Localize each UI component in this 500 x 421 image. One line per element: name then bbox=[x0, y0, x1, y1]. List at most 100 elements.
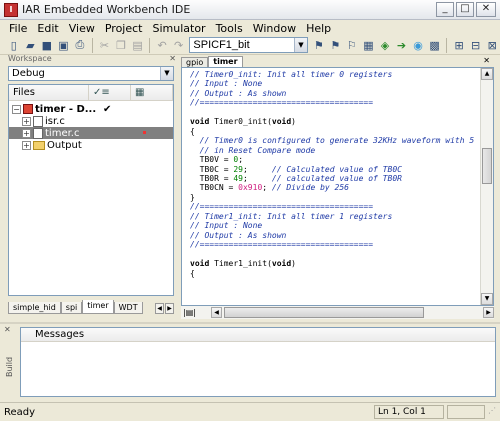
copy-icon[interactable]: ❐ bbox=[113, 37, 129, 53]
tab-timer-editor[interactable]: timer bbox=[208, 56, 243, 67]
resize-grip-icon[interactable]: ⋰ bbox=[488, 406, 500, 418]
status-pane-empty bbox=[447, 405, 485, 419]
close-icon[interactable]: ✕ bbox=[483, 56, 490, 65]
vertical-scrollbar[interactable]: ▲ ▼ bbox=[480, 68, 493, 305]
code-line: // Input : None bbox=[190, 221, 263, 231]
compile-icon[interactable]: ◈ bbox=[377, 37, 393, 53]
tab-scroll-arrows: ◀ ▶ bbox=[155, 303, 174, 314]
code-line: TB0CN = 0x910; // Divide by 256 bbox=[190, 183, 349, 193]
cut-icon[interactable]: ✂ bbox=[97, 37, 113, 53]
find-combo[interactable]: SPICF1_bit ▼ bbox=[189, 37, 308, 53]
find-prev-icon[interactable]: ⚑ bbox=[328, 37, 344, 53]
chevron-down-icon[interactable]: ▼ bbox=[294, 38, 307, 52]
code-line: TB0C = 29; // Calculated value of TB0C bbox=[190, 164, 402, 174]
expand-icon[interactable]: + bbox=[22, 140, 31, 150]
panel-splitter[interactable] bbox=[0, 322, 500, 324]
build-status-column-icon[interactable]: ▦ bbox=[131, 85, 173, 100]
menu-file[interactable]: File bbox=[4, 22, 32, 35]
code-editor[interactable]: // Timer0_init: Init all timer 0 registe… bbox=[181, 67, 494, 306]
open-folder-icon[interactable]: ▰ bbox=[23, 37, 39, 53]
window-controls: _ □ ✕ bbox=[436, 2, 496, 17]
file-tree: Files ✓≡ ▦ − timer - D... ✔ + isr.c + ti… bbox=[8, 84, 174, 296]
step-icon[interactable]: ⊠ bbox=[484, 37, 500, 53]
code-line: // Input : None bbox=[190, 79, 263, 89]
checkmark-column-icon[interactable]: ✓≡ bbox=[89, 85, 131, 100]
menu-view[interactable]: View bbox=[64, 22, 100, 35]
tree-row-isr[interactable]: + isr.c bbox=[9, 115, 173, 127]
tree-row-timer[interactable]: + timer.c bbox=[9, 127, 173, 139]
menu-window[interactable]: Window bbox=[248, 22, 301, 35]
tab-simple-hid[interactable]: simple_hid bbox=[8, 302, 61, 314]
modified-marker-icon bbox=[143, 131, 146, 134]
files-column-header[interactable]: Files bbox=[9, 85, 89, 100]
breakpoint-icon[interactable]: ⊞ bbox=[451, 37, 467, 53]
horizontal-track[interactable] bbox=[222, 307, 483, 318]
new-file-icon[interactable]: ▯ bbox=[6, 37, 22, 53]
code-line: // Output : As shown bbox=[190, 88, 287, 98]
chevron-down-icon[interactable]: ▼ bbox=[160, 67, 173, 80]
debug-icon[interactable]: ◉ bbox=[410, 37, 426, 53]
toggle-bookmark-icon[interactable]: ⊟ bbox=[468, 37, 484, 53]
tab-spi[interactable]: spi bbox=[60, 302, 83, 314]
tab-wdt[interactable]: WDT bbox=[113, 302, 143, 314]
project-name: timer - D... bbox=[35, 103, 97, 115]
code-text[interactable]: // Timer0_init: Init all timer 0 registe… bbox=[190, 70, 474, 278]
tree-row-output[interactable]: + Output bbox=[9, 139, 173, 151]
menu-tools[interactable]: Tools bbox=[211, 22, 248, 35]
scroll-right-icon[interactable]: ▶ bbox=[483, 307, 494, 318]
expand-icon[interactable]: + bbox=[22, 128, 31, 138]
editor-panel: gpio timer ✕ // Timer0_init: Init all ti… bbox=[181, 56, 494, 320]
split-handle-icon[interactable]: |▤| bbox=[181, 308, 211, 317]
code-line: // in Reset Compare mode bbox=[190, 145, 316, 155]
scroll-thumb[interactable] bbox=[482, 148, 492, 184]
save-icon[interactable]: ■ bbox=[39, 37, 55, 53]
cursor-position: Ln 1, Col 1 bbox=[374, 405, 444, 419]
build-label: Build bbox=[5, 356, 14, 377]
stop-build-icon[interactable]: ▩ bbox=[427, 37, 443, 53]
menu-help[interactable]: Help bbox=[301, 22, 336, 35]
code-line: void Timer1_init(void) bbox=[190, 259, 296, 269]
go-to-icon[interactable]: ▦ bbox=[361, 37, 377, 53]
status-bar: Ready Ln 1, Col 1 ⋰ bbox=[0, 402, 500, 421]
tab-gpio[interactable]: gpio bbox=[181, 57, 209, 67]
toolbar-separator bbox=[446, 37, 448, 53]
workspace-label: Workspace bbox=[8, 54, 52, 63]
print-icon[interactable]: ⎙ bbox=[72, 37, 88, 53]
tab-timer[interactable]: timer bbox=[82, 300, 114, 314]
redo-icon[interactable]: ↷ bbox=[171, 37, 187, 53]
menu-edit[interactable]: Edit bbox=[32, 22, 63, 35]
maximize-button[interactable]: □ bbox=[456, 2, 474, 17]
file-name: timer.c bbox=[45, 127, 80, 139]
make-icon[interactable]: ➔ bbox=[394, 37, 410, 53]
tab-scroll-right-icon[interactable]: ▶ bbox=[165, 303, 174, 314]
paste-icon[interactable]: ▤ bbox=[130, 37, 146, 53]
horizontal-thumb[interactable] bbox=[224, 307, 424, 318]
close-button[interactable]: ✕ bbox=[476, 2, 496, 17]
editor-tabs: gpio timer bbox=[181, 56, 494, 67]
minimize-button[interactable]: _ bbox=[436, 2, 454, 17]
code-line: //==================================== bbox=[190, 240, 374, 250]
code-line: { bbox=[190, 268, 195, 278]
tree-row-project[interactable]: − timer - D... ✔ bbox=[9, 103, 173, 115]
undo-icon[interactable]: ↶ bbox=[154, 37, 170, 53]
tab-scroll-left-icon[interactable]: ◀ bbox=[155, 303, 164, 314]
horizontal-scrollbar[interactable]: |▤| ◀ ▶ bbox=[181, 306, 494, 319]
menu-project[interactable]: Project bbox=[100, 22, 148, 35]
find-in-files-icon[interactable]: ⚐ bbox=[344, 37, 360, 53]
code-line: TB0V = 0; bbox=[190, 155, 244, 165]
configuration-select[interactable]: Debug ▼ bbox=[8, 66, 174, 81]
expand-icon[interactable]: + bbox=[22, 116, 31, 126]
save-all-icon[interactable]: ▣ bbox=[56, 37, 72, 53]
scroll-down-icon[interactable]: ▼ bbox=[481, 293, 493, 305]
scroll-up-icon[interactable]: ▲ bbox=[481, 68, 493, 80]
close-icon[interactable]: ✕ bbox=[4, 325, 16, 334]
messages-header[interactable]: Messages bbox=[21, 328, 495, 342]
window-title: IAR Embedded Workbench IDE bbox=[22, 3, 191, 16]
find-next-icon[interactable]: ⚑ bbox=[311, 37, 327, 53]
scroll-left-icon[interactable]: ◀ bbox=[211, 307, 222, 318]
project-icon bbox=[23, 104, 33, 114]
collapse-icon[interactable]: − bbox=[12, 104, 21, 114]
menu-simulator[interactable]: Simulator bbox=[147, 22, 210, 35]
close-icon[interactable]: ✕ bbox=[169, 54, 176, 63]
